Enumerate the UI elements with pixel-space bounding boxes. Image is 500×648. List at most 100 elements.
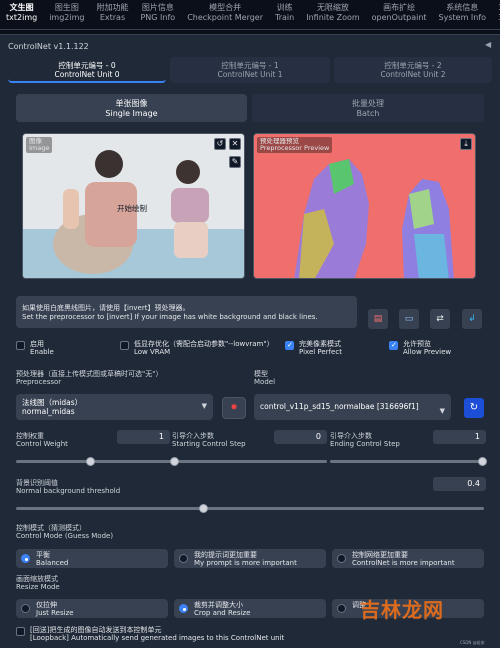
weight-label-en: Control Weight: [16, 440, 68, 448]
tab-img2img[interactable]: 图生图 img2img: [43, 0, 90, 29]
unit-tab-1[interactable]: 控制单元编号 - 1 ControlNet Unit 1: [170, 57, 330, 83]
start-step-thumb[interactable]: [170, 457, 179, 466]
unit-tab-label-en: ControlNet Unit 0: [54, 70, 120, 79]
resize-just-resize[interactable]: 仅拉伸 Just Resize: [16, 599, 168, 618]
unit-tab-label-zh: 控制单元编号 - 0: [58, 61, 116, 70]
unit-tab-2[interactable]: 控制单元编号 - 2 ControlNet Unit 2: [334, 57, 492, 83]
radio-label-en: Balanced: [36, 559, 69, 567]
refresh-icon: ↻: [469, 402, 479, 413]
tab-extras[interactable]: 附加功能 Extras: [90, 0, 134, 29]
normal-map-preview: [254, 134, 475, 278]
undo-icon[interactable]: ↺: [214, 138, 226, 150]
allow-preview-checkbox-box[interactable]: [389, 341, 398, 350]
radio-label-zh: 仅拉伸: [36, 601, 57, 609]
start-step-slider[interactable]: [172, 460, 327, 463]
collapse-caret-icon[interactable]: ◀: [485, 40, 491, 49]
tab-3d[interactable]: 3D3D: [492, 0, 500, 29]
image-label-en: Image: [29, 144, 50, 152]
send-dimensions-icon[interactable]: ↲: [462, 309, 482, 329]
enable-checkbox-box[interactable]: [16, 341, 25, 350]
tab-label-en: Checkpoint Merger: [187, 13, 264, 22]
threshold-input[interactable]: 0.4: [433, 477, 486, 491]
end-step-input[interactable]: 1: [433, 430, 486, 444]
radio-dot[interactable]: [337, 604, 346, 613]
start-step-label-en: Starting Control Step: [172, 440, 246, 448]
input-image-canvas[interactable]: 图像 Image 开始绘制 ↺ ✕ ✎: [22, 133, 245, 279]
radio-dot[interactable]: [21, 604, 30, 613]
tab-single-image[interactable]: 单张图像 Single Image: [16, 94, 247, 122]
model-dropdown[interactable]: control_v11p_sd15_normalbae [316696f1] ▼: [254, 394, 451, 420]
section-title[interactable]: ControlNet v1.1.122: [8, 42, 89, 51]
notice-text-zh: 如果使用白底黑线图片，请使用【invert】预处理器。: [22, 304, 190, 312]
tab-label-zh: 无限缩放: [316, 3, 349, 12]
tab-label-en: img2img: [49, 13, 85, 22]
tab-checkpoint-merger[interactable]: 模型合并 Checkpoint Merger: [181, 0, 269, 29]
control-mode-prompt[interactable]: 我的提示词更加重要 My prompt is more important: [174, 549, 326, 568]
swap-icon[interactable]: ⇄: [430, 309, 450, 329]
radio-label-zh: 裁剪并调整大小: [194, 601, 243, 609]
tab-batch[interactable]: 批量处理 Batch: [252, 94, 484, 122]
low-vram-checkbox-box[interactable]: [120, 341, 129, 350]
threshold-label-zh: 背景识别阈值: [16, 479, 58, 487]
radio-label-zh: 我的提示词更加重要: [194, 551, 257, 559]
notice-text-en: Set the preprocessor to [invert] If your…: [22, 313, 318, 321]
control-weight-input[interactable]: 1: [117, 430, 170, 444]
preprocessor-value-en: normal_midas: [22, 407, 75, 416]
webcam-icon[interactable]: ▭: [399, 309, 419, 329]
control-mode-label-en: Control Mode (Guess Mode): [16, 532, 114, 540]
end-step-slider[interactable]: [330, 460, 484, 463]
end-step-label-en: Ending Control Step: [330, 440, 400, 448]
resize-mode-label-zh: 画面缩放模式: [16, 575, 58, 583]
radio-dot[interactable]: [179, 554, 188, 563]
mode-tab-label-en: Single Image: [105, 109, 158, 118]
preview-label: 预处理器预览 Preprocessor Preview: [257, 137, 333, 153]
threshold-label-en: Normal background threshold: [16, 487, 121, 495]
preprocessor-label-en: Preprocessor: [16, 378, 62, 386]
tab-infinite-zoom[interactable]: 无限缩放 Infinite Zoom: [300, 0, 365, 29]
end-step-thumb[interactable]: [478, 457, 487, 466]
radio-dot[interactable]: [337, 554, 346, 563]
credit-text: CSDN @若安: [460, 640, 485, 645]
loopback-checkbox-box[interactable]: [16, 627, 25, 636]
tab-label-zh: 图生图: [54, 3, 79, 12]
model-label-en: Model: [254, 378, 276, 386]
refresh-models-button[interactable]: ↻: [464, 398, 484, 418]
tab-txt2img[interactable]: 文生图 txt2img: [0, 0, 43, 29]
radio-dot[interactable]: [179, 604, 188, 613]
tab-png-info[interactable]: 图片信息 PNG Info: [134, 0, 181, 29]
end-step-label: 引导介入步数 Ending Control Step: [330, 432, 400, 448]
resize-crop-and-resize[interactable]: 裁剪并调整大小 Crop and Resize: [174, 599, 326, 618]
new-canvas-icon[interactable]: ▤: [368, 309, 388, 329]
model-label: 模型 Model: [254, 370, 275, 386]
control-weight-thumb[interactable]: [86, 457, 95, 466]
model-label-zh: 模型: [254, 370, 268, 378]
tab-system-info[interactable]: 系统信息 System Info: [433, 0, 493, 29]
pixel-perfect-checkbox-box[interactable]: [285, 341, 294, 350]
start-drawing-overlay: 开始绘制: [117, 204, 147, 213]
close-icon[interactable]: ✕: [229, 138, 241, 150]
check-label-en: Enable: [30, 348, 54, 356]
preprocessor-preview-canvas: 预处理器预览 Preprocessor Preview ⤓: [253, 133, 476, 279]
invert-notice: 如果使用白底黑线图片，请使用【invert】预处理器。 Set the prep…: [16, 296, 357, 328]
control-mode-controlnet[interactable]: 控制网络更加重要 ControlNet is more important: [332, 549, 484, 568]
tab-train[interactable]: 训练 Train: [269, 0, 300, 29]
brush-icon[interactable]: ✎: [229, 156, 241, 168]
control-mode-balanced[interactable]: 平衡 Balanced: [16, 549, 168, 568]
radio-label-en: ControlNet is more important: [352, 559, 455, 567]
preprocessor-dropdown[interactable]: 法线图（midas） normal_midas ▼: [16, 394, 213, 420]
tab-openoutpaint[interactable]: 画布扩绘 openOutpaint: [366, 0, 433, 29]
threshold-slider[interactable]: [16, 507, 484, 510]
threshold-thumb[interactable]: [199, 504, 208, 513]
preview-label-en: Preprocessor Preview: [260, 144, 330, 152]
run-preprocessor-button[interactable]: ✸: [222, 397, 246, 419]
start-step-input[interactable]: 0: [274, 430, 327, 444]
radio-dot[interactable]: [21, 554, 30, 563]
check-label-en: Allow Preview: [403, 348, 452, 356]
download-icon[interactable]: ⤓: [460, 138, 472, 150]
image-label: 图像 Image: [26, 137, 53, 153]
control-mode-label: 控制模式（猜测模式） Control Mode (Guess Mode): [16, 524, 113, 540]
chevron-down-icon: ▼: [439, 407, 445, 415]
chevron-down-icon: ▼: [201, 402, 207, 410]
unit-tab-0[interactable]: 控制单元编号 - 0 ControlNet Unit 0: [8, 57, 166, 83]
radio-label-zh: 控制网络更加重要: [352, 551, 408, 559]
